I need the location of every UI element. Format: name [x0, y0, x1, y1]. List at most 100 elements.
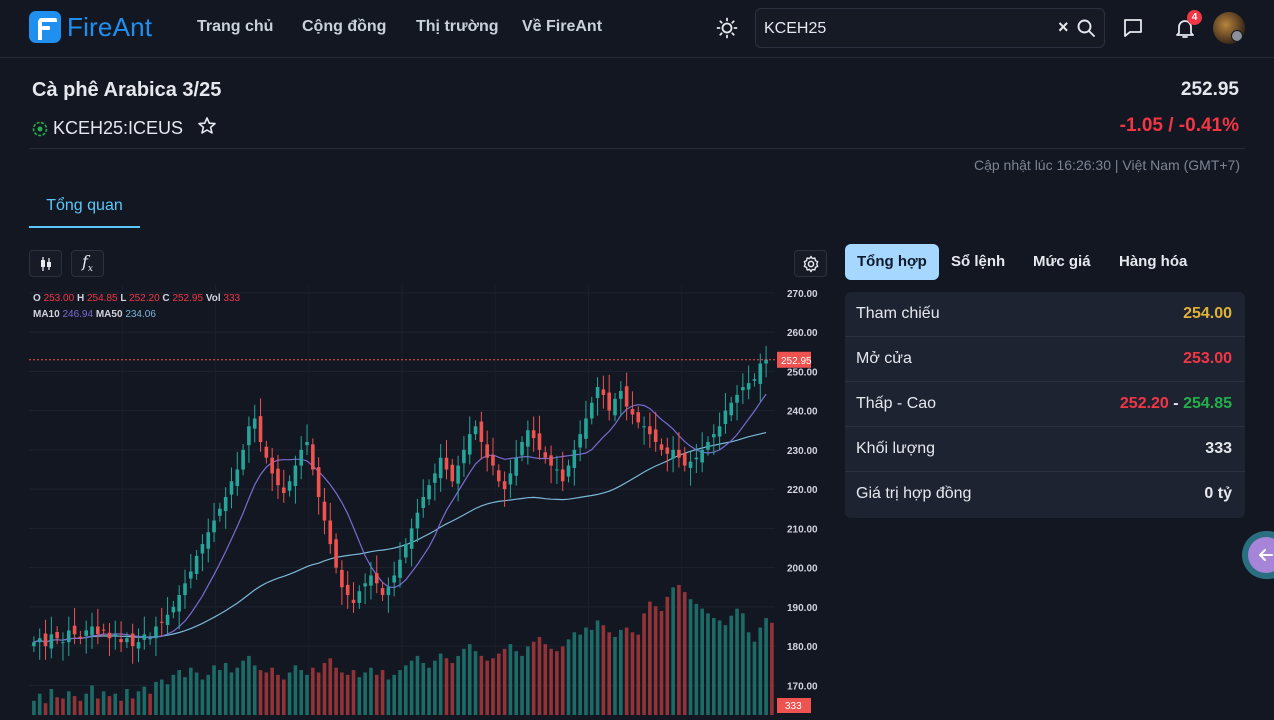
- volume-bar: [241, 660, 245, 715]
- candle-body: [392, 575, 396, 583]
- candle-body: [177, 595, 181, 612]
- volume-bar: [96, 698, 100, 715]
- theme-toggle-sun-icon[interactable]: [713, 14, 741, 42]
- instrument-symbol: KCEH25:ICEUS: [53, 118, 184, 138]
- candle-body: [113, 634, 118, 636]
- user-avatar[interactable]: [1213, 12, 1245, 44]
- candle-body: [508, 473, 513, 485]
- volume-bar: [601, 625, 606, 715]
- volume-bar: [694, 603, 699, 715]
- candle-body: [49, 634, 54, 649]
- volume-bar: [130, 698, 135, 715]
- search-icon[interactable]: [1076, 18, 1096, 43]
- fireant-logo[interactable]: FireAnt: [29, 11, 152, 43]
- volume-bar: [700, 608, 704, 715]
- candle-body: [305, 442, 309, 446]
- volume-bar: [328, 658, 333, 715]
- volume-bar: [183, 677, 187, 715]
- candle-body: [218, 508, 222, 516]
- volume-bar: [43, 703, 48, 715]
- volume-bar: [386, 679, 391, 715]
- volume-bar: [61, 698, 65, 715]
- volume-bar: [741, 613, 745, 715]
- tab-overview[interactable]: Tổng quan: [29, 194, 140, 228]
- volume-bar: [90, 685, 94, 715]
- candle-body: [212, 520, 216, 533]
- search-input[interactable]: [764, 18, 1044, 40]
- chat-icon[interactable]: [1119, 14, 1147, 42]
- tab-price-levels[interactable]: Mức giá: [1021, 244, 1103, 280]
- top-navigation: FireAnt Trang chủ Cộng đồng Thị trường V…: [0, 0, 1274, 58]
- chart-legend: O 253.00 H 254.85 L 252.20 C 252.95 Vol …: [33, 291, 240, 323]
- favorite-star-icon[interactable]: [197, 116, 217, 141]
- tab-commodities[interactable]: Hàng hóa: [1107, 244, 1199, 280]
- volume-bar: [595, 620, 600, 715]
- volume-bar: [566, 639, 571, 715]
- search-box[interactable]: ×: [755, 8, 1105, 48]
- volume-bar: [520, 655, 524, 715]
- tab-order-book[interactable]: Sổ lệnh: [939, 244, 1017, 280]
- volume-bar: [735, 608, 739, 715]
- legend-c-label: C: [162, 293, 170, 304]
- chart-settings-gear-icon[interactable]: [794, 250, 827, 277]
- candle-body: [549, 455, 553, 466]
- nav-market[interactable]: Thị trường: [416, 18, 499, 36]
- volume-bar: [84, 693, 89, 715]
- reference-value: 254.00: [1183, 305, 1232, 322]
- candle-body: [43, 633, 48, 647]
- low-value: 252.20: [1119, 395, 1169, 412]
- candle-body: [711, 434, 716, 438]
- nav-home[interactable]: Trang chủ: [197, 18, 273, 36]
- volume-bar: [543, 644, 548, 715]
- candle-body: [130, 633, 135, 647]
- candle-body: [404, 544, 408, 558]
- legend-ma50-label: MA50: [95, 309, 123, 320]
- volume-bar: [177, 670, 181, 715]
- candle-body: [682, 453, 687, 466]
- volume-bar: [218, 670, 222, 715]
- volume-bar: [404, 665, 408, 715]
- volume-bar: [281, 679, 286, 715]
- volume-bar: [438, 653, 443, 715]
- volume-bar: [473, 651, 478, 715]
- nav-about[interactable]: Về FireAnt: [522, 18, 602, 36]
- volume-label: Khối lượng: [856, 440, 936, 457]
- legend-ma10-label: MA10: [33, 309, 60, 320]
- y-tick-label: 230.00: [787, 446, 818, 457]
- side-panel-toggle[interactable]: [1242, 531, 1274, 579]
- volume-bar: [619, 629, 623, 715]
- volume-bar: [648, 601, 652, 715]
- candle-body: [316, 467, 321, 497]
- volume-bar: [630, 632, 635, 715]
- candle-body: [311, 444, 315, 470]
- volume-bar: [363, 672, 367, 715]
- candle-body: [374, 573, 379, 584]
- candle-body: [433, 473, 437, 483]
- volume-bar: [32, 700, 36, 715]
- nav-community[interactable]: Cộng đồng: [302, 18, 386, 36]
- volume-bar: [433, 660, 437, 715]
- candle-body: [636, 412, 641, 423]
- clear-search-icon[interactable]: ×: [1058, 17, 1069, 38]
- y-tick-label: 260.00: [787, 328, 818, 339]
- indicators-fx-icon[interactable]: fx: [71, 250, 104, 277]
- candle-body: [630, 409, 635, 415]
- candle-body: [572, 449, 577, 468]
- tab-summary[interactable]: Tổng hợp: [845, 244, 939, 280]
- candle-body: [252, 418, 257, 429]
- candle-body: [624, 386, 629, 407]
- y-tick-label: 190.00: [787, 603, 818, 614]
- candlestick-type-icon[interactable]: [29, 250, 62, 277]
- volume-bar: [723, 625, 728, 715]
- candle-body: [351, 599, 356, 603]
- volume-bar: [549, 648, 553, 715]
- candle-body: [642, 426, 646, 428]
- candle-body: [345, 584, 350, 596]
- volume-bar: [55, 697, 59, 715]
- price-chart[interactable]: 270.00 260.00 250.00 240.00 230.00 220.00 210.…: [29, 285, 829, 720]
- price-chart-svg[interactable]: 270.00 260.00 250.00 240.00 230.00 220.00 210.…: [29, 285, 829, 720]
- candle-body: [380, 588, 385, 596]
- volume-bar: [37, 693, 42, 715]
- volume-bar: [479, 655, 484, 715]
- y-tick-label: 210.00: [787, 524, 818, 535]
